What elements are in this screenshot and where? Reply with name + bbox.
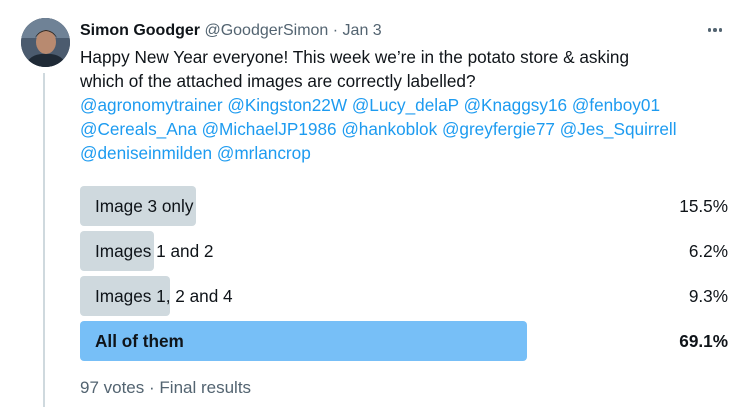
poll-option-percent: 9.3% (688, 286, 728, 306)
poll-option-percent: 69.1% (679, 331, 728, 351)
tweet-header: Simon Goodger @GoodgerSimon · Jan 3 (80, 20, 382, 42)
author-handle[interactable]: @GoodgerSimon (204, 22, 328, 39)
poll-status: Final results (159, 378, 252, 397)
header-separator: · (332, 22, 339, 39)
mentions-line: @deniseinmilden @mrlancrop (80, 141, 730, 165)
poll-option-label: Image 3 only (95, 196, 194, 216)
thread-line (43, 73, 45, 407)
poll-option: Image 3 only 15.5% (80, 186, 728, 226)
poll-option: Images 1 and 2 6.2% (80, 231, 728, 271)
mention-link[interactable]: @mrlancrop (217, 143, 311, 163)
mention-link[interactable]: @agronomytrainer (80, 95, 223, 115)
poll-option: All of them 69.1% (80, 321, 728, 361)
vote-count[interactable]: 97 votes (80, 378, 144, 397)
poll-option-label: Images 1 and 2 (95, 241, 214, 261)
mention-link[interactable]: @greyfergie77 (442, 119, 555, 139)
poll-footer: 97 votes · Final results (80, 376, 251, 400)
mentions-line: @agronomytrainer @Kingston22W @Lucy_dela… (80, 93, 730, 117)
footer-separator: · (149, 378, 155, 397)
poll-option-percent: 15.5% (679, 196, 728, 216)
mention-link[interactable]: @MichaelJP1986 (202, 119, 337, 139)
author-name[interactable]: Simon Goodger (80, 22, 200, 39)
mentions-line: @Cereals_Ana @MichaelJP1986 @hankoblok @… (80, 117, 730, 141)
avatar-image (21, 18, 70, 67)
more-options-button[interactable] (704, 20, 726, 40)
mention-link[interactable]: @fenboy01 (572, 95, 660, 115)
more-horizontal-icon-dot (713, 28, 717, 32)
mention-link[interactable]: @Jes_Squirrell (560, 119, 677, 139)
mention-link[interactable]: @deniseinmilden (80, 143, 212, 163)
more-horizontal-icon-dot (718, 28, 723, 32)
poll-option-label: Images 1, 2 and 4 (95, 286, 233, 306)
tweet-text-line: which of the attached images are correct… (80, 71, 476, 91)
more-horizontal-icon (707, 28, 712, 32)
tweet-text-line: Happy New Year everyone! This week we’re… (80, 47, 630, 67)
poll-option: Images 1, 2 and 4 9.3% (80, 276, 728, 316)
mention-link[interactable]: @hankoblok (341, 119, 437, 139)
mention-link[interactable]: @Lucy_delaP (352, 95, 459, 115)
mention-link[interactable]: @Knaggsy16 (464, 95, 567, 115)
mention-link[interactable]: @Cereals_Ana (80, 119, 197, 139)
poll-option-percent: 6.2% (688, 241, 728, 261)
avatar[interactable] (21, 18, 70, 67)
tweet-date[interactable]: Jan 3 (343, 22, 382, 39)
poll-option-label: All of them (95, 331, 184, 351)
tweet-text: Happy New Year everyone! This week we’re… (80, 45, 730, 165)
mention-link[interactable]: @Kingston22W (227, 95, 347, 115)
